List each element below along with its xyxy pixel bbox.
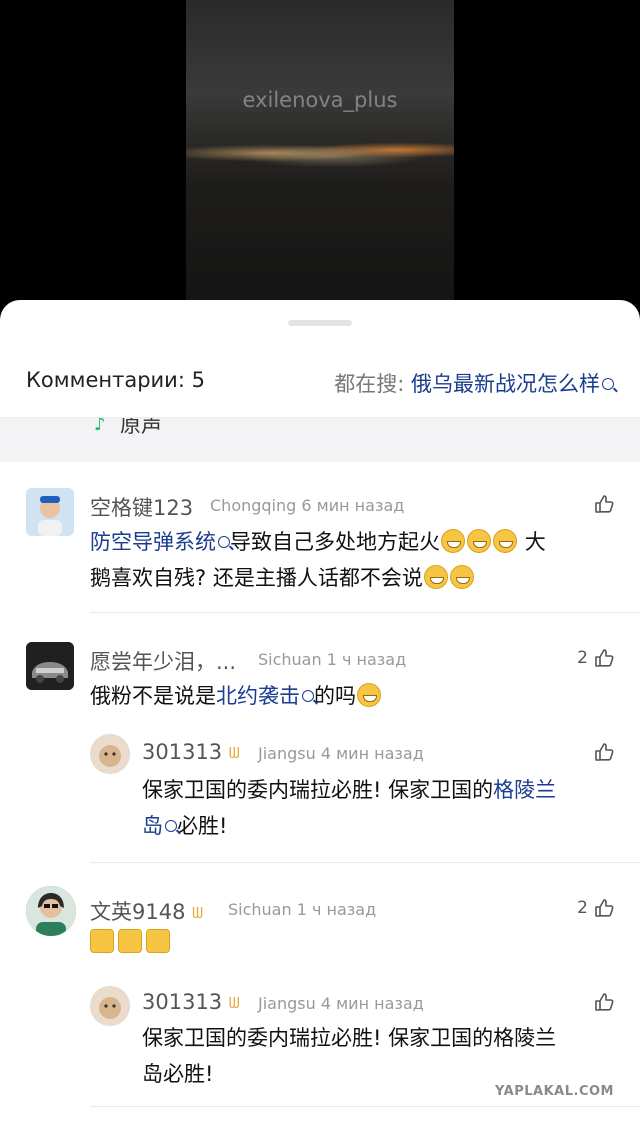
reply-meta: Jiangsu 4 мин назад <box>258 994 424 1013</box>
keyword-link[interactable]: 岛 <box>142 814 163 838</box>
like-button[interactable]: 2 <box>577 898 614 918</box>
comment-meta: Sichuan 1 ч назад <box>228 900 376 919</box>
comment-text-part: 的吗 <box>314 684 356 708</box>
woman-avatar-icon <box>26 886 76 936</box>
reply-avatar[interactable] <box>90 734 130 774</box>
comment-username[interactable]: 空格键123 <box>90 492 193 522</box>
grin-emoji-icon <box>449 565 474 589</box>
comment-text-part: 鹅喜欢自残? 还是主播人话都不会说 <box>90 566 423 590</box>
video-watermark: exilenova_plus <box>242 88 398 112</box>
original-sound-bar[interactable]: ♪ 原声 <box>0 417 640 462</box>
search-keyword-link[interactable]: 俄乌最新战况怎么样 <box>411 372 600 396</box>
drag-handle[interactable] <box>288 320 352 326</box>
like-button[interactable]: 2 <box>577 648 614 668</box>
reply-text: 保家卫国的委内瑞拉必胜! 保家卫国的格陵兰 岛必胜! <box>142 772 622 844</box>
thumbs-up-icon <box>595 495 614 513</box>
like-count: 2 <box>577 648 588 668</box>
keyword-link[interactable]: 格陵兰 <box>493 778 556 802</box>
comment-text: 俄粉不是说是北约袭击 的吗 <box>90 678 620 714</box>
reply-time: 4 мин назад <box>320 744 424 763</box>
reply-username-text: 301313 <box>142 990 223 1014</box>
comment-text-part: 俄粉不是说是 <box>90 684 216 708</box>
comment-meta: Sichuan 1 ч назад <box>258 650 406 669</box>
reply-like-button[interactable] <box>594 742 614 762</box>
avatar[interactable] <box>26 642 74 690</box>
divider <box>90 862 640 863</box>
grin-emoji-icon <box>357 683 381 707</box>
search-icon <box>602 378 614 390</box>
keyword-link[interactable]: 北约袭击 <box>216 684 300 708</box>
comment-location: Sichuan <box>228 900 292 919</box>
comment-text-part: 导致自己多处地方起火 <box>230 530 440 554</box>
reply-text-part: 保家卫国的委内瑞拉必胜! 保家卫国的 <box>142 778 494 802</box>
search-icon <box>302 690 314 702</box>
thumbs-up-emoji-icon <box>146 929 170 953</box>
comment-username[interactable]: 文英9148 ᗯ <box>90 896 212 926</box>
search-icon <box>165 820 177 832</box>
comment-text-part: 大 <box>524 530 546 554</box>
video-player[interactable]: exilenova_plus <box>0 0 640 310</box>
music-note-icon: ♪ <box>94 417 106 435</box>
comment-text: 防空导弹系统 导致自己多处地方起火 大 鹅喜欢自残? 还是主播人话都不会说 <box>90 524 620 596</box>
grin-emoji-icon <box>441 529 465 553</box>
comment-username-text: 文英9148 <box>90 900 186 924</box>
comments-count-title: Комментарии: 5 <box>26 368 205 392</box>
child-avatar-icon <box>26 488 74 536</box>
badge-icon: ᗯ <box>192 904 203 922</box>
search-prefix: 都在搜: <box>334 372 411 396</box>
reply-username[interactable]: 301313 ᗯ <box>142 990 249 1014</box>
comments-header: Комментарии: 5 都在搜: 俄乌最新战况怎么样 <box>0 362 640 406</box>
search-icon <box>218 536 230 548</box>
site-watermark: YAPLAKAL.COM <box>495 1084 614 1099</box>
thumbs-up-icon <box>595 993 614 1011</box>
reply-location: Jiangsu <box>258 744 316 763</box>
grin-emoji-icon <box>423 565 448 589</box>
comment-location: Sichuan <box>258 650 322 669</box>
thumbs-up-icon <box>595 649 614 667</box>
reply-meta: Jiangsu 4 мин назад <box>258 744 424 763</box>
comment-location: Chongqing <box>210 496 297 515</box>
avatar[interactable] <box>26 886 76 936</box>
car-avatar-icon <box>26 642 74 690</box>
thumbs-up-icon <box>595 743 614 761</box>
pet-avatar-icon <box>90 734 130 774</box>
reply-username[interactable]: 301313 ᗯ <box>142 740 249 764</box>
comment-time: 6 мин назад <box>301 496 405 515</box>
comment-meta: Chongqing 6 мин назад <box>210 496 404 515</box>
comment-username[interactable]: 愿尝年少泪，... <box>90 646 236 676</box>
search-suggestion[interactable]: 都在搜: 俄乌最新战况怎么样 <box>334 368 614 398</box>
avatar[interactable] <box>26 488 74 536</box>
like-count: 2 <box>577 898 588 918</box>
reply-avatar[interactable] <box>90 986 130 1026</box>
video-frame[interactable]: exilenova_plus <box>186 0 454 310</box>
reply-text-part: 保家卫国的委内瑞拉必胜! 保家卫国的格陵兰 <box>142 1026 557 1050</box>
thumbs-up-emoji-icon <box>118 929 142 953</box>
reply-like-button[interactable] <box>594 992 614 1012</box>
grin-emoji-icon <box>467 529 491 553</box>
reply-username-text: 301313 <box>142 740 223 764</box>
comment-text <box>90 928 174 964</box>
original-sound-label: 原声 <box>120 417 162 437</box>
reply-text-part: 必胜! <box>177 814 228 838</box>
reply-text-part: 岛必胜! <box>142 1062 214 1086</box>
comments-sheet: Комментарии: 5 都在搜: 俄乌最新战况怎么样 ♪ 原声 空格键12… <box>0 300 640 1121</box>
grin-emoji-icon <box>493 529 517 553</box>
divider <box>90 612 640 613</box>
comment-time: 1 ч назад <box>326 650 407 669</box>
like-button[interactable] <box>594 494 614 514</box>
reply-location: Jiangsu <box>258 994 316 1013</box>
keyword-link[interactable]: 防空导弹系统 <box>90 530 216 554</box>
pet-avatar-icon <box>90 986 130 1026</box>
thumbs-up-icon <box>595 899 614 917</box>
badge-icon: ᗯ <box>228 994 240 1012</box>
thumbs-up-emoji-icon <box>90 929 114 953</box>
reply-text: 保家卫国的委内瑞拉必胜! 保家卫国的格陵兰 岛必胜! <box>142 1020 622 1092</box>
city-lights <box>186 138 454 168</box>
badge-icon: ᗯ <box>228 744 240 762</box>
reply-time: 4 мин назад <box>320 994 424 1013</box>
comment-time: 1 ч назад <box>296 900 377 919</box>
divider <box>90 1106 640 1107</box>
